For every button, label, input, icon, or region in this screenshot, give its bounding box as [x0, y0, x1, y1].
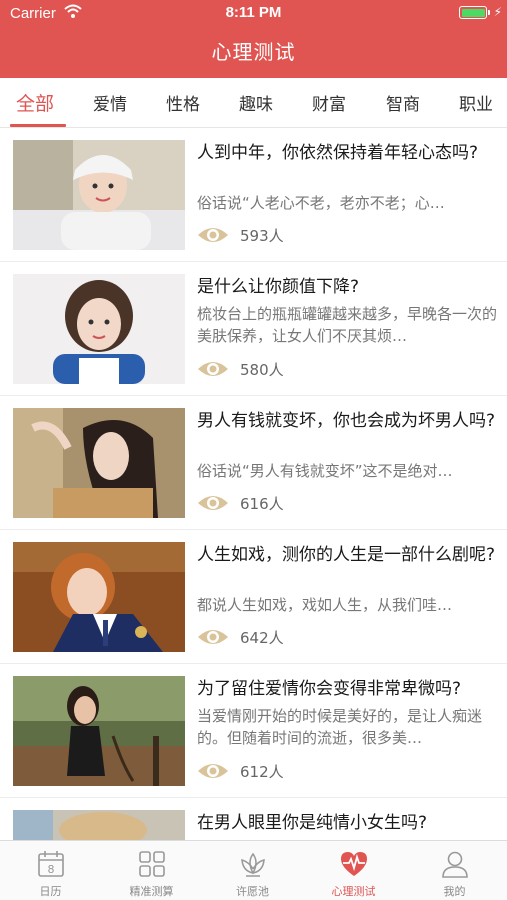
heart-pulse-icon: [341, 852, 367, 876]
list-item[interactable]: 男人有钱就变坏，你也会成为坏男人吗? 俗话说“男人有钱就变坏”这不是绝对… 61…: [0, 396, 507, 530]
calendar-icon: 8: [38, 851, 64, 877]
charging-icon: ⚡: [493, 5, 502, 19]
battery-tip: [488, 10, 490, 15]
tab-love[interactable]: 爱情: [93, 90, 127, 115]
bottom-tab-label: 心理测试: [331, 885, 376, 898]
list-item[interactable]: 在男人眼里你是纯情小女生吗?: [0, 798, 507, 840]
lotus-icon: [241, 852, 265, 877]
list-item[interactable]: 为了留住爱情你会变得非常卑微吗? 当爱情刚开始的时候是美好的，是让人痴迷的。但随…: [0, 664, 507, 798]
tab-wealth[interactable]: 财富: [312, 90, 346, 115]
article-thumbnail: [13, 810, 185, 840]
article-desc: 俗话说“男人有钱就变坏”这不是绝对…: [197, 462, 453, 480]
eye-icon: [198, 764, 228, 778]
article-title: 人生如戏，测你的人生是一部什么剧呢?: [197, 545, 496, 565]
article-title: 在男人眼里你是纯情小女生吗?: [197, 813, 428, 833]
list-item[interactable]: 人到中年，你依然保持着年轻心态吗? 俗话说“人老心不老，老亦不老；心… 593人: [0, 128, 507, 262]
status-bar: Carrier 8:11 PM ⚡: [0, 0, 507, 26]
list-item[interactable]: 人生如戏，测你的人生是一部什么剧呢? 都说人生如戏，戏如人生，从我们哇… 642…: [0, 530, 507, 664]
status-time: 8:11 PM: [225, 4, 282, 21]
article-thumbnail: [13, 140, 185, 250]
bottom-tab-wish-pool[interactable]: 许愿池: [202, 841, 303, 900]
article-desc: 梳妆台上的瓶瓶罐罐越来越多，早晚各一次的美肤保养，让女人们不厌其烦…: [197, 305, 497, 345]
battery-icon: [459, 6, 487, 19]
active-tab-indicator: [10, 124, 66, 127]
article-title: 人到中年，你依然保持着年轻心态吗?: [197, 143, 479, 163]
article-desc: 俗话说“人老心不老，老亦不老；心…: [197, 194, 445, 212]
view-count: 580人: [240, 361, 284, 379]
tab-fun[interactable]: 趣味: [239, 90, 273, 115]
tab-personality[interactable]: 性格: [166, 90, 200, 115]
view-count: 616人: [240, 495, 284, 513]
bottom-tab-bar: 8 日历 精准测算 许愿池 心理测试 我的: [0, 840, 507, 900]
grid-icon: [139, 851, 165, 877]
bottom-tab-label: 我的: [443, 885, 466, 898]
bottom-tab-label: 许愿池: [236, 885, 269, 898]
bottom-tab-psych-test[interactable]: 心理测试: [303, 841, 404, 900]
list-item[interactable]: 是什么让你颜值下降? 梳妆台上的瓶瓶罐罐越来越多，早晚各一次的美肤保养，让女人们…: [0, 262, 507, 396]
tab-all[interactable]: 全部: [16, 89, 54, 116]
article-title: 男人有钱就变坏，你也会成为坏男人吗?: [197, 411, 496, 431]
bottom-tab-calendar[interactable]: 8 日历: [0, 841, 101, 900]
top-bar: Carrier 8:11 PM ⚡ 心理测试: [0, 0, 507, 78]
tab-career[interactable]: 职业: [459, 90, 493, 115]
article-thumbnail: [13, 408, 185, 518]
bottom-tab-label: 精准测算: [129, 885, 174, 898]
calendar-day-badge: 8: [48, 863, 55, 876]
eye-icon: [198, 496, 228, 510]
page-title: 心理测试: [211, 40, 296, 64]
tab-iq[interactable]: 智商: [386, 90, 420, 115]
bottom-tab-label: 日历: [39, 885, 62, 898]
view-count: 642人: [240, 629, 284, 647]
eye-icon: [198, 630, 228, 644]
user-icon: [442, 851, 468, 878]
eye-icon: [198, 362, 228, 376]
article-thumbnail: [13, 676, 185, 786]
article-thumbnail: [13, 274, 185, 384]
view-count: 612人: [240, 763, 284, 781]
bottom-tab-profile[interactable]: 我的: [404, 841, 505, 900]
view-count: 593人: [240, 227, 284, 245]
article-thumbnail: [13, 542, 185, 652]
bottom-tab-forecast[interactable]: 精准测算: [101, 841, 202, 900]
eye-icon: [198, 228, 228, 242]
article-title: 为了留住爱情你会变得非常卑微吗?: [197, 679, 462, 699]
category-tabs: 全部 爱情 性格 趣味 财富 智商 职业: [0, 78, 507, 128]
article-desc: 当爱情刚开始的时候是美好的，是让人痴迷的。但随着时间的流逝，很多美…: [197, 707, 483, 747]
article-desc: 都说人生如戏，戏如人生，从我们哇…: [197, 596, 453, 614]
article-title: 是什么让你颜值下降?: [197, 277, 360, 297]
article-list: 人到中年，你依然保持着年轻心态吗? 俗话说“人老心不老，老亦不老；心… 593人: [0, 128, 507, 840]
